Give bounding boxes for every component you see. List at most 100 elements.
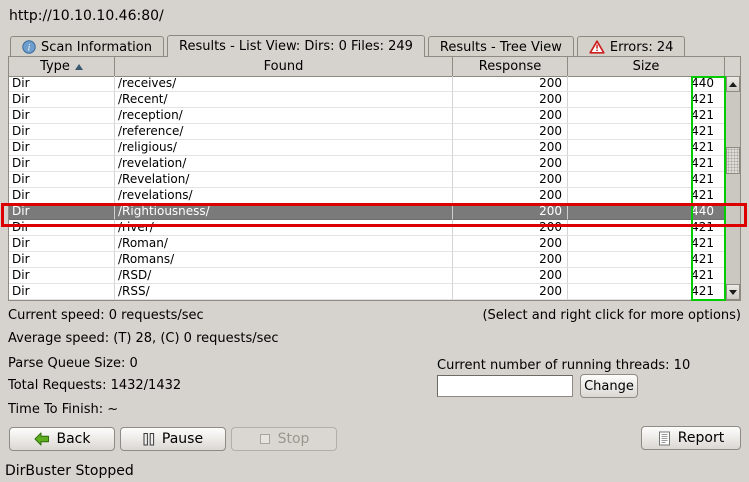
change-threads-button[interactable]: Change [580,374,638,398]
cell-found: /Recent/ [115,92,453,108]
threads-count-input[interactable] [437,375,573,397]
cell-type: Dir [9,188,115,204]
cell-found: /Revelation/ [115,172,453,188]
cell-size: 440 [568,76,725,92]
svg-text:i: i [28,44,31,54]
cell-type: Dir [9,204,115,220]
tab-scan-information[interactable]: i Scan Information [10,36,164,57]
pause-icon [143,433,155,446]
cell-response: 200 [453,284,568,300]
vertical-scrollbar[interactable] [725,76,740,300]
column-header-stub [725,57,740,76]
cell-size: 421 [568,156,725,172]
cell-response: 200 [453,236,568,252]
sort-ascending-icon [75,64,83,70]
cell-type: Dir [9,76,115,92]
cell-size: 440 [568,204,725,220]
target-url: http://10.10.10.46:80/ [9,8,164,24]
table-row[interactable]: Dir /RSD/ 200 421 [9,268,725,284]
cell-found: /Roman/ [115,236,453,252]
right-click-hint-label: (Select and right click for more options… [482,308,741,323]
table-row[interactable]: Dir /revelations/ 200 421 [9,188,725,204]
cell-found: /Romans/ [115,252,453,268]
table-row[interactable]: Dir /Rightiousness/ 200 440 [9,204,725,220]
tab-label: Results - Tree View [440,40,562,55]
cell-size: 421 [568,284,725,300]
scrollbar-thumb[interactable] [726,147,740,174]
table-row[interactable]: Dir /river/ 200 421 [9,220,725,236]
cell-response: 200 [453,156,568,172]
cell-type: Dir [9,268,115,284]
table-row[interactable]: Dir /RSS/ 200 421 [9,284,725,300]
cell-type: Dir [9,220,115,236]
scroll-up-button[interactable] [726,76,740,92]
stop-button[interactable]: Stop [231,427,337,451]
cell-response: 200 [453,76,568,92]
table-body: Dir /receives/ 200 440 Dir /Recent/ 200 … [9,76,725,300]
cell-type: Dir [9,252,115,268]
app-status-label: DirBuster Stopped [5,463,134,479]
stop-icon [259,433,271,445]
cell-type: Dir [9,124,115,140]
cell-type: Dir [9,172,115,188]
table-row[interactable]: Dir /Recent/ 200 421 [9,92,725,108]
cell-response: 200 [453,220,568,236]
cell-size: 421 [568,236,725,252]
table-row[interactable]: Dir /Roman/ 200 421 [9,236,725,252]
cell-size: 421 [568,108,725,124]
table-row[interactable]: Dir /religious/ 200 421 [9,140,725,156]
total-requests-label: Total Requests: 1432/1432 [8,378,181,393]
cell-type: Dir [9,140,115,156]
table-row[interactable]: Dir /Revelation/ 200 421 [9,172,725,188]
table-row[interactable]: Dir /revelation/ 200 421 [9,156,725,172]
cell-size: 421 [568,124,725,140]
back-arrow-icon [34,432,50,446]
cell-found: /RSD/ [115,268,453,284]
tab-results-list-view[interactable]: Results - List View: Dirs: 0 Files: 249 [167,35,425,57]
table-row[interactable]: Dir /Romans/ 200 421 [9,252,725,268]
tab-errors[interactable]: Errors: 24 [577,36,686,57]
cell-size: 421 [568,92,725,108]
table-row[interactable]: Dir /receives/ 200 440 [9,76,725,92]
report-document-icon [658,431,671,446]
cell-found: /revelation/ [115,156,453,172]
cell-response: 200 [453,92,568,108]
cell-size: 421 [568,172,725,188]
cell-type: Dir [9,108,115,124]
cell-type: Dir [9,236,115,252]
cell-response: 200 [453,204,568,220]
cell-found: /reception/ [115,108,453,124]
tab-results-tree-view[interactable]: Results - Tree View [428,36,574,57]
table-header-row: Type Found Response Size [9,57,740,77]
table-row[interactable]: Dir /reception/ 200 421 [9,108,725,124]
column-header-type[interactable]: Type [9,57,115,76]
cell-response: 200 [453,140,568,156]
parse-queue-size-label: Parse Queue Size: 0 [8,356,138,371]
scroll-up-icon [729,82,737,87]
scroll-down-button[interactable] [726,284,740,300]
cell-response: 200 [453,172,568,188]
report-button[interactable]: Report [641,426,741,450]
cell-found: /religious/ [115,140,453,156]
table-row[interactable]: Dir /reference/ 200 421 [9,124,725,140]
cell-size: 421 [568,252,725,268]
column-header-response[interactable]: Response [453,57,568,76]
tab-bar: i Scan Information Results - List View: … [10,35,685,57]
cell-type: Dir [9,92,115,108]
tab-label: Results - List View: Dirs: 0 Files: 249 [179,39,413,54]
scroll-down-icon [729,290,737,295]
cell-size: 421 [568,140,725,156]
cell-type: Dir [9,284,115,300]
column-header-size[interactable]: Size [568,57,725,76]
current-speed-label: Current speed: 0 requests/sec [8,308,204,323]
results-table: Type Found Response Size Dir /receives/ … [8,56,741,301]
cell-response: 200 [453,252,568,268]
cell-response: 200 [453,188,568,204]
cell-found: /receives/ [115,76,453,92]
back-button[interactable]: Back [9,427,115,451]
pause-button[interactable]: Pause [120,427,226,451]
cell-response: 200 [453,108,568,124]
running-threads-label: Current number of running threads: 10 [437,358,690,373]
cell-size: 421 [568,220,725,236]
column-header-found[interactable]: Found [115,57,453,76]
